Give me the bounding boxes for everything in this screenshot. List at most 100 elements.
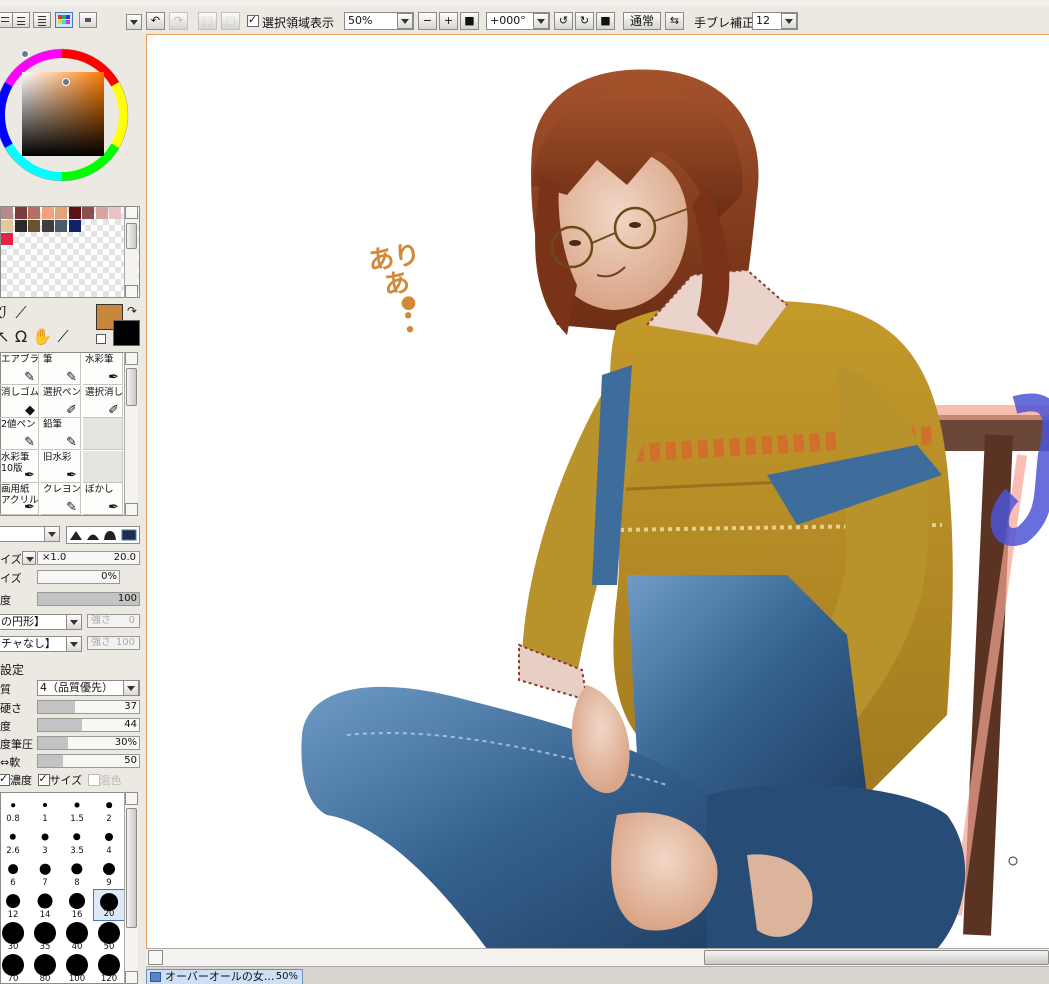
brush-size-cell[interactable]: 9 [93, 857, 125, 889]
texture-dropdown[interactable] [66, 636, 82, 652]
flip-horizontal-button[interactable]: ⇆ [665, 12, 684, 30]
brush-size-cell[interactable]: 3.5 [61, 825, 93, 857]
sub-color-swatch[interactable] [113, 320, 140, 346]
brush-size-cell[interactable]: 1 [29, 793, 61, 825]
brush-slot[interactable]: 画用紙 アクリル ✒ [0, 483, 39, 516]
density-checkbox[interactable] [0, 772, 10, 786]
color-swatch[interactable] [1, 207, 13, 219]
brush-slot[interactable]: 消しゴム ◆ [0, 385, 39, 418]
deselect-button[interactable]: ⬚ [198, 12, 217, 30]
mix-checkbox[interactable] [87, 774, 100, 786]
brush-size-cell[interactable]: 2.6 [0, 825, 29, 857]
rotation-dropdown[interactable] [533, 13, 549, 29]
brush-size-cell[interactable]: 120 [93, 953, 125, 984]
color-swatch[interactable] [55, 207, 67, 219]
brush-scrollbar[interactable] [124, 352, 138, 516]
size-checkbox[interactable] [37, 772, 50, 786]
zoom-combo[interactable]: 50% [344, 12, 414, 30]
rotate-left-button[interactable]: ↺ [554, 12, 573, 30]
scroll-thumb[interactable] [126, 808, 137, 928]
brush-size-cell[interactable]: 35 [29, 921, 61, 953]
color-swatch[interactable] [1, 220, 13, 232]
brush-size-cell[interactable]: 30 [0, 921, 29, 953]
density-slider[interactable]: 100 [37, 592, 140, 606]
scroll-up-arrow[interactable] [125, 352, 138, 365]
document-tab[interactable]: オーバーオールの女... 50% [146, 969, 303, 984]
size-multiplier-dropdown[interactable] [22, 551, 36, 565]
hardness-slider[interactable]: 37 [37, 700, 140, 714]
brush-size-cell[interactable]: 16 [61, 889, 93, 921]
brush-size-cell[interactable]: 50 [93, 921, 125, 953]
brush-size-cell[interactable]: 8 [61, 857, 93, 889]
brush-size-cell[interactable]: 2 [93, 793, 125, 825]
brush-slot[interactable]: 水彩筆 10版 ✒ [0, 450, 39, 483]
brush-size-cell[interactable]: 4 [93, 825, 125, 857]
color-grid-button[interactable] [55, 12, 73, 28]
brush-slot[interactable] [83, 418, 123, 451]
brush-size-cell[interactable]: 1.5 [61, 793, 93, 825]
brush-slot[interactable]: 選択消し ✐ [83, 385, 123, 418]
invert-selection-button[interactable]: ⬚ [221, 12, 240, 30]
show-selection-checkbox[interactable] [247, 13, 259, 27]
scroll-down-arrow[interactable] [125, 285, 138, 298]
hand-icon[interactable]: ✋ [32, 328, 52, 346]
zoom-in-button[interactable]: + [439, 12, 458, 30]
magnify-icon[interactable]: ↖ [0, 328, 12, 346]
scroll-down-arrow[interactable] [125, 503, 138, 516]
swap-colors-icon[interactable]: ↷ [123, 302, 141, 320]
rotate-right-button[interactable]: ↻ [575, 12, 594, 30]
undo-button[interactable]: ↶ [146, 12, 165, 30]
brush-size-cell[interactable]: 3 [29, 825, 61, 857]
swatch-scrollbar[interactable] [124, 206, 138, 298]
brush-slot[interactable]: 選択ペン ✐ [41, 385, 81, 418]
color-swatch[interactable] [82, 207, 94, 219]
min-size-slider[interactable]: 0% [37, 570, 120, 584]
scroll-up-arrow[interactable] [125, 792, 138, 805]
brush-size-cell[interactable]: 40 [61, 921, 93, 953]
brush-size-cell[interactable]: 12 [0, 889, 29, 921]
canvas-horizontal-scrollbar[interactable] [146, 948, 1049, 966]
color-swatch[interactable] [14, 220, 27, 232]
brush-slot[interactable]: ぼかし ✒ [83, 483, 123, 516]
stabilizer-combo[interactable]: 12 [752, 12, 798, 30]
edge-shape-selector[interactable] [66, 526, 140, 544]
hard-soft-slider[interactable]: 50 [37, 754, 140, 768]
brush-slot[interactable]: クレヨン ✎ [41, 483, 81, 516]
max-pressure-slider[interactable]: 30% [37, 736, 140, 750]
brush-preset-dropdown[interactable] [44, 526, 60, 542]
color-swatch[interactable] [68, 220, 81, 232]
quality-dropdown[interactable] [123, 680, 139, 696]
brush-size-cell[interactable]: 100 [61, 953, 93, 984]
brush-slot[interactable] [83, 450, 123, 483]
color-swatch[interactable] [68, 207, 81, 219]
brush-size-cell[interactable]: 80 [29, 953, 61, 984]
scroll-thumb[interactable] [126, 223, 137, 249]
zoom-out-button[interactable]: − [418, 12, 437, 30]
brush-size-cell[interactable]: 14 [29, 889, 61, 921]
eyedropper-icon[interactable]: ⟋ [12, 304, 30, 322]
color-swatch[interactable] [28, 220, 40, 232]
brush-slot[interactable]: 2値ペン ✎ [0, 418, 39, 451]
rotation-combo[interactable]: +000° [486, 12, 550, 30]
brush-size-cell[interactable]: 20 [93, 889, 125, 921]
rotate-icon[interactable]: Ω [12, 328, 30, 346]
lasso-icon[interactable]: ℐ [0, 304, 12, 322]
color-wheel[interactable] [0, 36, 135, 194]
shape-strength-slider[interactable]: 強さ 0 [87, 614, 140, 628]
reset-colors-icon[interactable] [96, 334, 106, 344]
color-swatch[interactable] [109, 207, 121, 219]
color-swatch[interactable] [41, 207, 54, 219]
panel-menu-dropdown[interactable] [126, 14, 142, 30]
brush-size-cell[interactable]: 0.8 [0, 793, 29, 825]
scratchpad-button[interactable] [79, 12, 97, 28]
swatch-palette[interactable] [0, 206, 140, 298]
brush-slot[interactable]: 筆 ✎ [41, 353, 81, 385]
brush-size-cell[interactable]: 70 [0, 953, 29, 984]
texture-strength-slider[interactable]: 強さ 100 [87, 636, 140, 650]
color-swatch[interactable] [55, 220, 67, 232]
brush-slot[interactable]: 水彩筆 ✒ [83, 353, 123, 385]
zoom-reset-button[interactable]: ■ [460, 12, 479, 30]
brush-slot[interactable]: 旧水彩 ✒ [41, 450, 81, 483]
view-mode-button[interactable] [12, 12, 30, 28]
scroll-thumb[interactable] [704, 950, 1049, 965]
